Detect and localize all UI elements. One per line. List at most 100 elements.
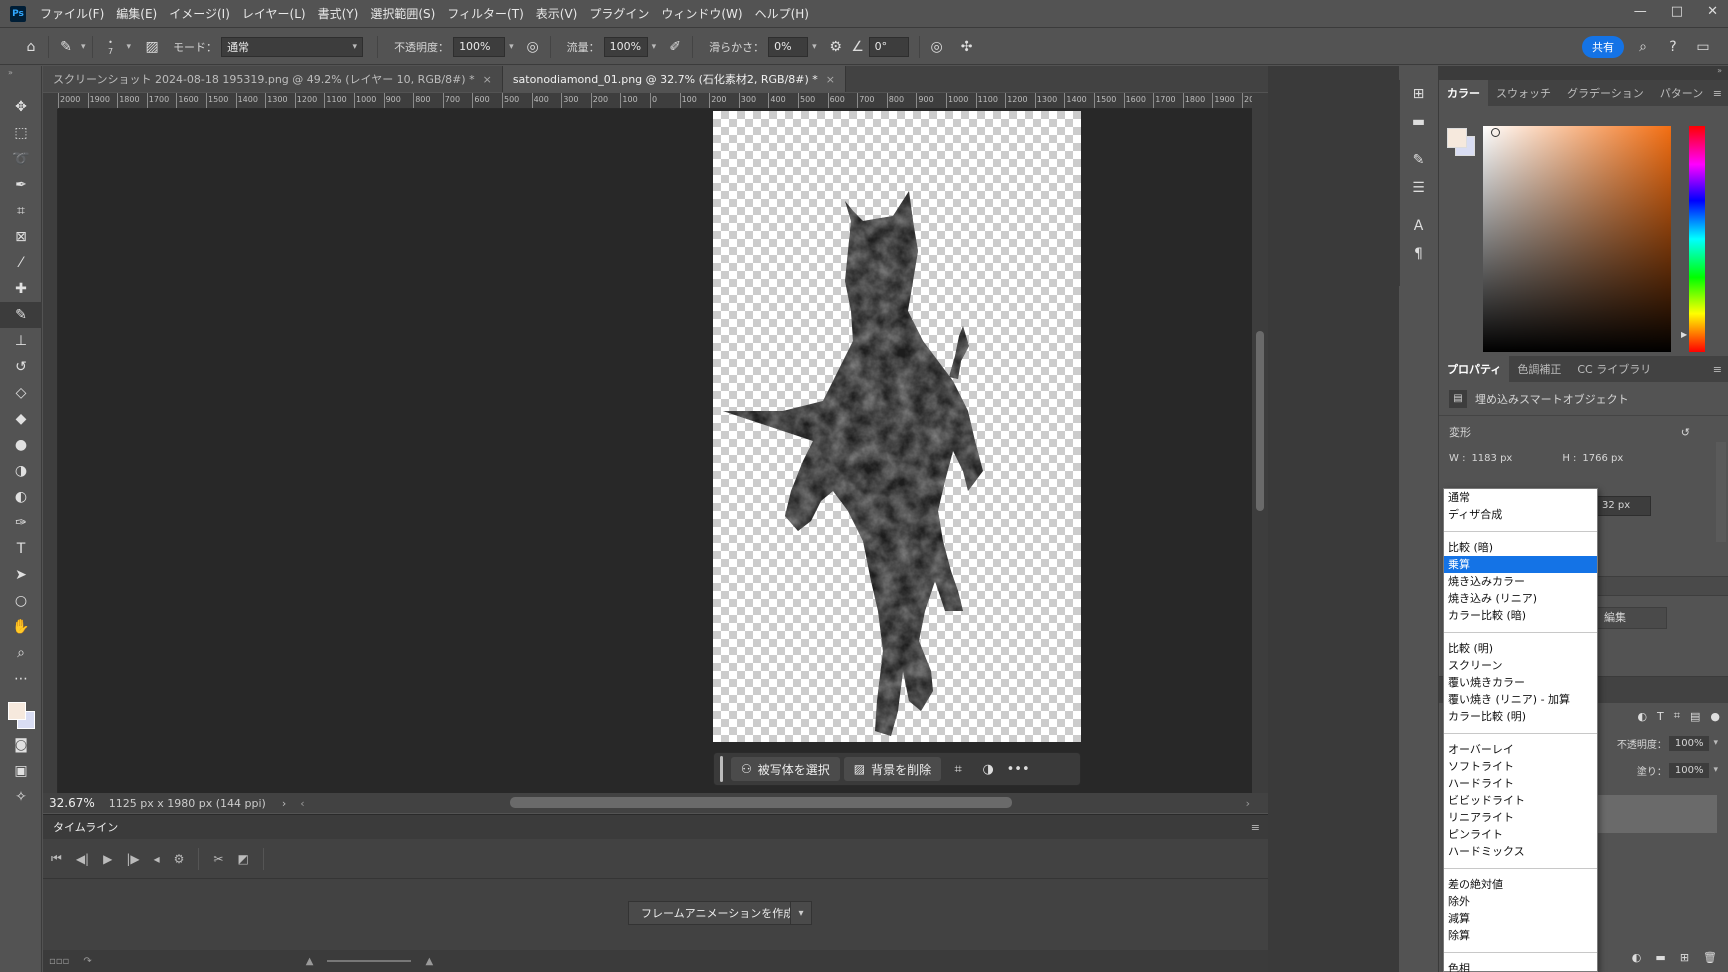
panel-menu-icon[interactable]: ≡: [1713, 87, 1722, 100]
more-options-button[interactable]: •••: [1005, 757, 1031, 781]
chevron-down-icon[interactable]: ▾: [509, 42, 514, 52]
zoom-out-icon[interactable]: ▲: [306, 956, 314, 967]
gear-icon[interactable]: ⚙: [174, 852, 185, 866]
blend-mode-option[interactable]: ピンライト: [1444, 826, 1597, 843]
adjustment-filter-icon[interactable]: ◐: [1637, 710, 1647, 723]
blend-mode-option[interactable]: カラー比較 (明): [1444, 708, 1597, 725]
smart-object-filter-icon[interactable]: ▤: [1690, 710, 1700, 723]
airbrush-icon[interactable]: ✐: [664, 36, 686, 58]
blend-mode-option[interactable]: 比較 (明): [1444, 640, 1597, 657]
blend-mode-option[interactable]: ハードライト: [1444, 775, 1597, 792]
more-tools-icon[interactable]: ⋯: [0, 666, 42, 692]
audio-icon[interactable]: ◂: [154, 852, 160, 866]
doc-tab-satonodiamond[interactable]: satonodiamond_01.png @ 32.7% (石化素材2, RGB…: [502, 66, 847, 92]
layer-opacity-field[interactable]: 100%: [1668, 735, 1710, 751]
foreground-color-swatch[interactable]: [8, 702, 26, 720]
adjustment-icon[interactable]: ◑: [975, 757, 1001, 781]
height-value[interactable]: 1766 px: [1582, 453, 1623, 464]
frame-mode-icon[interactable]: ▫▫▫: [49, 956, 69, 967]
tab-cc-libraries[interactable]: CC ライブラリ: [1569, 356, 1659, 382]
type-filter-icon[interactable]: T: [1657, 710, 1664, 723]
vertical-ruler[interactable]: [43, 109, 58, 793]
gear-icon[interactable]: ⚙: [825, 36, 847, 58]
tab-color[interactable]: カラー: [1439, 80, 1488, 106]
blend-mode-option[interactable]: スクリーン: [1444, 657, 1597, 674]
paragraph-icon[interactable]: ¶: [1400, 240, 1437, 268]
home-icon[interactable]: ⌂: [20, 36, 42, 58]
doc-tab-screenshot[interactable]: スクリーンショット 2024-08-18 195319.png @ 49.2% …: [43, 66, 503, 92]
frame-tool-icon[interactable]: ⊠: [0, 224, 42, 250]
maximize-button[interactable]: □: [1671, 4, 1683, 19]
blend-mode-option[interactable]: オーバーレイ: [1444, 741, 1597, 758]
tab-gradients[interactable]: グラデーション: [1559, 80, 1652, 106]
symmetry-icon[interactable]: ✣: [956, 36, 978, 58]
collapse-icon[interactable]: »: [1439, 66, 1728, 80]
opacity-field[interactable]: 100%: [453, 36, 506, 57]
hand-tool-icon[interactable]: ✋: [0, 614, 42, 640]
healing-brush-tool-icon[interactable]: ✚: [0, 276, 42, 302]
zoom-slider[interactable]: [327, 960, 412, 962]
tab-swatches[interactable]: スウォッチ: [1488, 80, 1559, 106]
properties-scrollbar[interactable]: [1716, 442, 1726, 542]
blend-mode-option[interactable]: 減算: [1444, 910, 1597, 927]
chevron-down-icon[interactable]: ▾: [127, 42, 132, 52]
blend-mode-option[interactable]: 除算: [1444, 927, 1597, 944]
paint-bucket-tool-icon[interactable]: ◆: [0, 406, 42, 432]
blend-select-field[interactable]: [1597, 576, 1728, 596]
tab-patterns[interactable]: パターン: [1652, 80, 1711, 106]
search-icon[interactable]: ⌕: [1632, 36, 1654, 58]
blend-mode-option[interactable]: 通常: [1444, 489, 1597, 506]
blur-tool-icon[interactable]: ●: [0, 432, 42, 458]
blend-mode-option[interactable]: 焼き込みカラー: [1444, 573, 1597, 590]
quick-select-tool-icon[interactable]: ✒: [0, 172, 42, 198]
drag-handle[interactable]: [720, 756, 723, 782]
zoom-in-icon[interactable]: ▲: [425, 956, 433, 967]
hue-slider[interactable]: [1689, 126, 1705, 352]
menu-file[interactable]: ファイル(F): [34, 5, 110, 22]
blend-mode-option[interactable]: ディザ合成: [1444, 506, 1597, 523]
play-icon[interactable]: ▶: [103, 852, 112, 866]
blend-mode-option[interactable]: ビビッドライト: [1444, 792, 1597, 809]
panel-menu-icon[interactable]: ≡: [1713, 363, 1722, 376]
history-icon[interactable]: ⊞: [1400, 80, 1437, 108]
tab-properties[interactable]: プロパティ: [1439, 356, 1510, 382]
angle-field[interactable]: 0°: [868, 36, 909, 57]
scroll-left-icon[interactable]: ‹: [300, 797, 304, 810]
close-icon[interactable]: ×: [483, 73, 492, 86]
filter-toggle-icon[interactable]: ●: [1710, 710, 1720, 723]
blend-mode-option[interactable]: 色相: [1444, 960, 1597, 972]
pressure-opacity-icon[interactable]: ◎: [522, 36, 544, 58]
blend-mode-option[interactable]: カラー比較 (暗): [1444, 607, 1597, 624]
brush-settings-icon[interactable]: ▨: [141, 36, 163, 58]
blend-mode-option[interactable]: リニアライト: [1444, 809, 1597, 826]
dodge-tool-icon[interactable]: ◑: [0, 458, 42, 484]
blend-mode-option[interactable]: ソフトライト: [1444, 758, 1597, 775]
screen-mode-icon[interactable]: ▣: [0, 758, 42, 784]
burn-tool-icon[interactable]: ◐: [0, 484, 42, 510]
blend-mode-option[interactable]: 乗算: [1444, 556, 1597, 573]
hue-slider-handle[interactable]: ▶: [1681, 330, 1687, 339]
generative-icon[interactable]: ✧: [0, 784, 42, 810]
stamp-tool-icon[interactable]: ⊥: [0, 328, 42, 354]
scroll-right-icon[interactable]: ›: [1246, 797, 1250, 810]
blend-mode-option[interactable]: 差の絶対値: [1444, 876, 1597, 893]
shape-filter-icon[interactable]: ⌗: [1674, 709, 1680, 723]
menu-window[interactable]: ウィンドウ(W): [655, 5, 748, 22]
eraser-tool-icon[interactable]: ◇: [0, 380, 42, 406]
panel-menu-icon[interactable]: ≡: [1251, 821, 1260, 834]
pressure-size-icon[interactable]: ◎: [926, 36, 948, 58]
menu-plugins[interactable]: プラグイン: [583, 5, 655, 22]
blend-mode-option[interactable]: 覆い焼き (リニア) - 加算: [1444, 691, 1597, 708]
menu-filter[interactable]: フィルター(T): [441, 5, 529, 22]
adjustments-icon[interactable]: ☰: [1400, 174, 1437, 202]
chevron-down-icon[interactable]: ▾: [81, 42, 86, 52]
crop-tool-icon[interactable]: ⌗: [0, 198, 42, 224]
menu-edit[interactable]: 編集(E): [110, 5, 163, 22]
prev-frame-icon[interactable]: ◀|: [76, 852, 89, 866]
tab-adjustments[interactable]: 色調補正: [1509, 356, 1569, 382]
scroll-thumb[interactable]: [1256, 331, 1264, 511]
convert-icon[interactable]: ↷: [83, 956, 91, 967]
menu-select[interactable]: 選択範囲(S): [364, 5, 441, 22]
horizontal-ruler[interactable]: 2000 1900 1800 1700 1600 1500 1400 1300 1200 1100…: [58, 93, 1252, 109]
blend-mode-option[interactable]: 比較 (暗): [1444, 539, 1597, 556]
